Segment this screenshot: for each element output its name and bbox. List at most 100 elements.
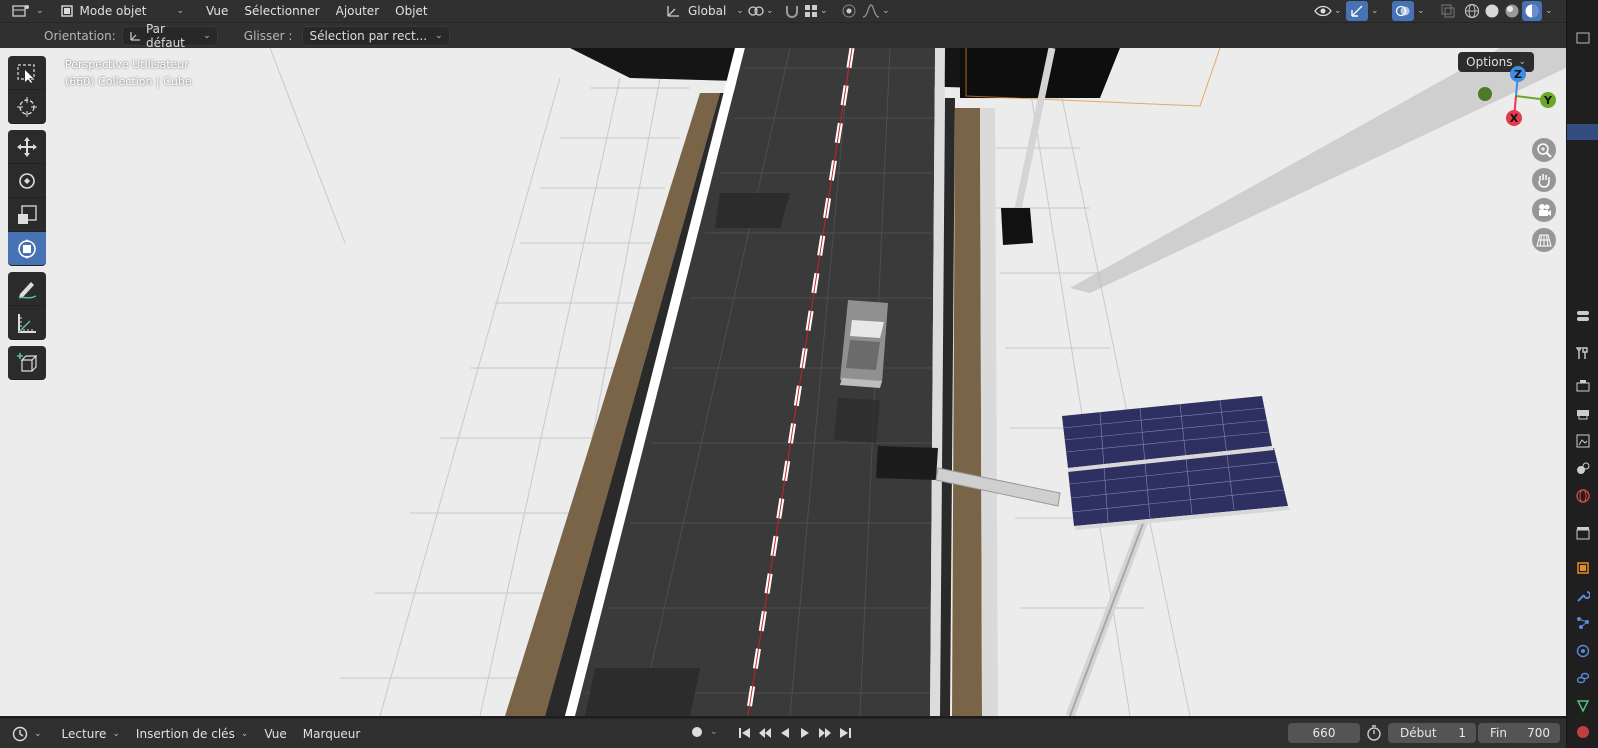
rotate-tool[interactable]: [8, 164, 46, 198]
next-keyframe-icon[interactable]: [818, 726, 832, 740]
prop-tab-particles[interactable]: [1575, 615, 1591, 631]
prop-tab-scene[interactable]: [1575, 460, 1591, 476]
prop-tab-constraints[interactable]: [1575, 670, 1591, 686]
gizmo-neg-y-axis[interactable]: [1478, 87, 1492, 101]
transform-orientation-dropdown[interactable]: Global ⌄: [660, 1, 750, 21]
prop-tab-data[interactable]: [1575, 698, 1591, 714]
prop-tab-object[interactable]: [1575, 560, 1591, 576]
playback-menu[interactable]: Lecture ⌄: [54, 727, 128, 741]
prop-tab-collection[interactable]: [1575, 525, 1591, 541]
record-icon[interactable]: [690, 725, 704, 739]
timeline-view-menu[interactable]: Vue: [256, 727, 294, 741]
add-cube-tool[interactable]: [8, 346, 46, 380]
xray-icon: [1441, 4, 1455, 18]
measure-tool[interactable]: [8, 306, 46, 340]
prop-tab-world[interactable]: [1575, 488, 1591, 504]
scene-render: [0, 48, 1566, 716]
shading-dropdown[interactable]: ⌄: [1542, 1, 1556, 21]
grid-perspective-icon: [1536, 234, 1552, 247]
shading-wireframe[interactable]: [1462, 1, 1482, 21]
collection-info: (660) Collection | Cube: [65, 75, 192, 88]
prop-tab-tool[interactable]: [1575, 345, 1591, 361]
navigation-gizmo[interactable]: Z Y X: [1472, 62, 1562, 142]
prop-tab-output[interactable]: [1575, 405, 1591, 421]
scale-tool[interactable]: [8, 198, 46, 232]
timeline-editor-type[interactable]: ⌄: [0, 726, 50, 742]
orientation-setting-label: Orientation:: [44, 28, 116, 43]
orientation-setting-dropdown[interactable]: Par défaut ⌄: [121, 22, 218, 50]
prev-keyframe-icon[interactable]: [758, 726, 772, 740]
prop-tab-view-layer[interactable]: [1575, 433, 1591, 449]
properties-tab-strip: [1566, 0, 1598, 748]
output-printer-icon: [1577, 410, 1589, 420]
current-frame-value: 660: [1312, 726, 1336, 740]
end-frame-field[interactable]: Fin 700: [1478, 723, 1560, 743]
scale-icon: [18, 204, 37, 224]
keying-menu[interactable]: Insertion de clés ⌄: [128, 727, 256, 741]
pivot-icon: [748, 6, 764, 16]
measure-icon: [18, 313, 36, 333]
view-name: Perspective Utilisateur: [65, 58, 189, 71]
prop-tab-modifiers[interactable]: [1575, 588, 1591, 604]
start-frame-label: Début: [1400, 726, 1437, 740]
visibility-dropdown[interactable]: ⌄: [1308, 1, 1348, 21]
playback-label: Lecture: [61, 726, 107, 741]
overlay-icon: [1395, 5, 1410, 17]
gizmo-dropdown[interactable]: ⌄: [1368, 1, 1382, 21]
material-sphere-icon: [1505, 4, 1519, 18]
drag-setting-dropdown[interactable]: Sélection par rect... ⌄: [302, 25, 450, 46]
pan-button[interactable]: [1532, 168, 1556, 192]
ortho-toggle-button[interactable]: [1532, 228, 1556, 252]
marker-menu[interactable]: Marqueur: [295, 727, 369, 741]
prop-tab-physics[interactable]: [1575, 643, 1591, 659]
transform-tool[interactable]: [8, 232, 46, 266]
editor-menu-icon: [1576, 32, 1590, 44]
eye-icon: [1314, 5, 1332, 17]
select-box-tool[interactable]: [8, 56, 46, 90]
camera-view-button[interactable]: [1532, 198, 1556, 222]
prop-tab-editor[interactable]: [1575, 30, 1591, 46]
mode-dropdown[interactable]: Mode objet ⌄: [54, 1, 190, 21]
world-globe-icon: [1576, 489, 1590, 503]
menu-objet[interactable]: Objet: [387, 1, 435, 21]
start-frame-field[interactable]: Début 1: [1388, 723, 1476, 743]
orientation-icon: [667, 6, 679, 17]
snap-target-dropdown[interactable]: ⌄: [798, 1, 834, 21]
play-reverse-icon[interactable]: [778, 726, 792, 740]
current-frame-field[interactable]: 660: [1288, 723, 1360, 743]
shading-rendered[interactable]: [1522, 1, 1542, 21]
jump-end-icon[interactable]: [838, 726, 852, 740]
start-frame-value: 1: [1458, 726, 1466, 740]
viewport-info: Perspective Utilisateur (660) Collection…: [65, 56, 192, 90]
editor-type-icon: [12, 5, 29, 17]
xray-toggle[interactable]: [1438, 1, 1458, 21]
prop-tab-render[interactable]: [1575, 378, 1591, 394]
move-tool[interactable]: [8, 130, 46, 164]
snap-grid-icon: [805, 5, 817, 17]
preview-range-stopwatch-icon[interactable]: [1366, 725, 1382, 741]
jump-start-icon[interactable]: [738, 726, 752, 740]
gizmo-toggle[interactable]: [1346, 1, 1368, 21]
shading-material[interactable]: [1502, 1, 1522, 21]
zoom-button[interactable]: [1532, 138, 1556, 162]
menu-vue[interactable]: Vue: [198, 1, 236, 21]
menu-ajouter[interactable]: Ajouter: [328, 1, 388, 21]
falloff-dropdown[interactable]: ⌄: [856, 1, 896, 21]
tool-settings-bar: Orientation: Par défaut ⌄ Glisser : Séle…: [0, 22, 1566, 50]
editor-type-button[interactable]: ⌄: [0, 1, 50, 21]
shading-solid[interactable]: [1482, 1, 1502, 21]
play-icon[interactable]: [798, 726, 812, 740]
toolbox: [8, 56, 46, 380]
menu-selectionner[interactable]: Sélectionner: [236, 1, 327, 21]
select-box-icon: [17, 63, 35, 83]
pivot-dropdown[interactable]: ⌄: [742, 1, 780, 21]
view-layer-icon: [1576, 434, 1590, 448]
annotate-tool[interactable]: [8, 272, 46, 306]
cursor-tool[interactable]: [8, 90, 46, 124]
prop-tab-material[interactable]: [1575, 724, 1591, 740]
3d-viewport[interactable]: Perspective Utilisateur (660) Collection…: [0, 48, 1566, 716]
overlay-dropdown[interactable]: ⌄: [1414, 1, 1428, 21]
rendered-sphere-icon: [1525, 4, 1539, 18]
prop-tab-editor-type[interactable]: [1575, 308, 1591, 324]
overlay-toggle[interactable]: [1392, 1, 1414, 21]
